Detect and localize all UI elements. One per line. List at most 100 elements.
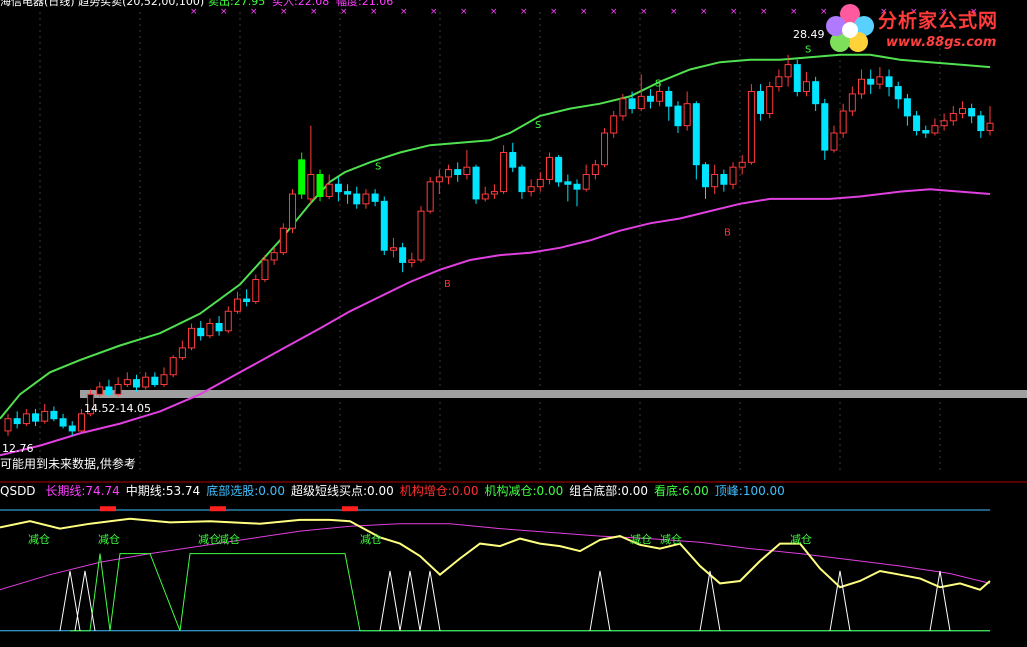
candle-body [298, 159, 306, 195]
candle [536, 172, 544, 192]
candle-body [573, 183, 581, 190]
candle-body [582, 174, 590, 190]
spike-marker [399, 570, 421, 631]
candle-body [426, 181, 434, 212]
x-marker: × [370, 7, 378, 17]
candle [22, 408, 30, 427]
candle-body [279, 227, 287, 254]
candle [41, 404, 49, 424]
candle [344, 184, 352, 204]
candle [949, 106, 957, 126]
candle [747, 84, 755, 165]
candle-body [729, 166, 737, 185]
candle [371, 189, 379, 207]
candle [4, 413, 12, 436]
indicator-legend: QSDD 长期线:74.74 中期线:53.74 底部选股:0.00 超级短线买点:0… [0, 485, 797, 498]
candle-body [692, 103, 700, 166]
candle [490, 184, 498, 199]
candle-body [59, 418, 67, 427]
candle [509, 142, 517, 173]
candle-body [206, 322, 214, 337]
candle [564, 174, 572, 202]
candle-body [417, 210, 425, 261]
candle [463, 150, 471, 180]
reduce-position-label: 减仓 [360, 533, 382, 546]
candle [885, 69, 893, 97]
candle-body [628, 98, 636, 110]
candle [665, 86, 673, 121]
candle-body [96, 386, 104, 395]
candle-body [903, 98, 911, 117]
candle [417, 206, 425, 263]
candle [123, 372, 131, 387]
candle-body [646, 95, 654, 102]
candle-body [591, 164, 599, 176]
candle [224, 306, 232, 334]
candle-body [105, 386, 113, 395]
candle-layer [4, 54, 994, 436]
candle-body [958, 108, 966, 114]
candle [683, 91, 691, 131]
candle-body [371, 193, 379, 202]
candle-body [784, 64, 792, 78]
candle [445, 164, 453, 185]
candle-body [454, 169, 462, 176]
legend-item: 中期线:53.74 [125, 484, 201, 498]
legend-item: 看底:6.00 [654, 484, 709, 498]
candle [977, 111, 985, 138]
candle-body [949, 112, 957, 122]
candle-body [215, 322, 223, 332]
candle-body [142, 376, 150, 388]
candle-body [564, 181, 572, 185]
candle [481, 186, 489, 202]
step-line [70, 553, 990, 632]
main-chart-title: 海信电器(日线) 趋势买卖(20,52,00,100) [0, 0, 205, 8]
x-marker: × [550, 7, 558, 17]
x-marker: × [760, 7, 768, 17]
candle-body [68, 425, 76, 432]
candle-body [894, 86, 902, 100]
candle [279, 223, 287, 256]
candle [13, 411, 21, 429]
candle-body [178, 347, 186, 359]
candle-body [408, 259, 416, 263]
candle [298, 152, 306, 199]
candle-body [261, 259, 269, 281]
candle [380, 196, 388, 256]
candle [188, 323, 196, 351]
candle-body [711, 174, 719, 188]
candle-body [747, 90, 755, 163]
candle-body [940, 120, 948, 127]
candle [353, 186, 361, 209]
sell-marker: S [375, 162, 381, 173]
candle [59, 413, 67, 429]
reduce-position-label: 减仓 [790, 533, 812, 546]
candle [197, 321, 205, 341]
candle [701, 162, 709, 199]
candle-body [334, 183, 342, 193]
candle [408, 252, 416, 268]
reduce-position-label: 减仓 [198, 533, 220, 546]
candle [243, 289, 251, 307]
candle [766, 81, 774, 119]
candle-body [123, 379, 131, 386]
candle [435, 169, 443, 195]
candle-body [151, 376, 159, 386]
legend-item: 长期线:74.74 [45, 484, 120, 498]
candle [114, 377, 122, 397]
candle-body [132, 379, 140, 388]
candle-body [986, 122, 994, 132]
chart-canvas[interactable]: ××××××××××××××××××××××××××× SSSSBB [0, 0, 1027, 647]
candle [775, 69, 783, 92]
candle-body [812, 81, 820, 105]
candle [931, 118, 939, 136]
sell-value: 卖出:27.95 [208, 0, 266, 8]
candle [252, 274, 260, 304]
candle [500, 145, 508, 195]
buy-marker: B [444, 279, 451, 290]
candle-body [619, 98, 627, 117]
candle-body [169, 357, 177, 376]
candle [894, 81, 902, 109]
candle [858, 69, 866, 99]
candle [68, 421, 76, 436]
